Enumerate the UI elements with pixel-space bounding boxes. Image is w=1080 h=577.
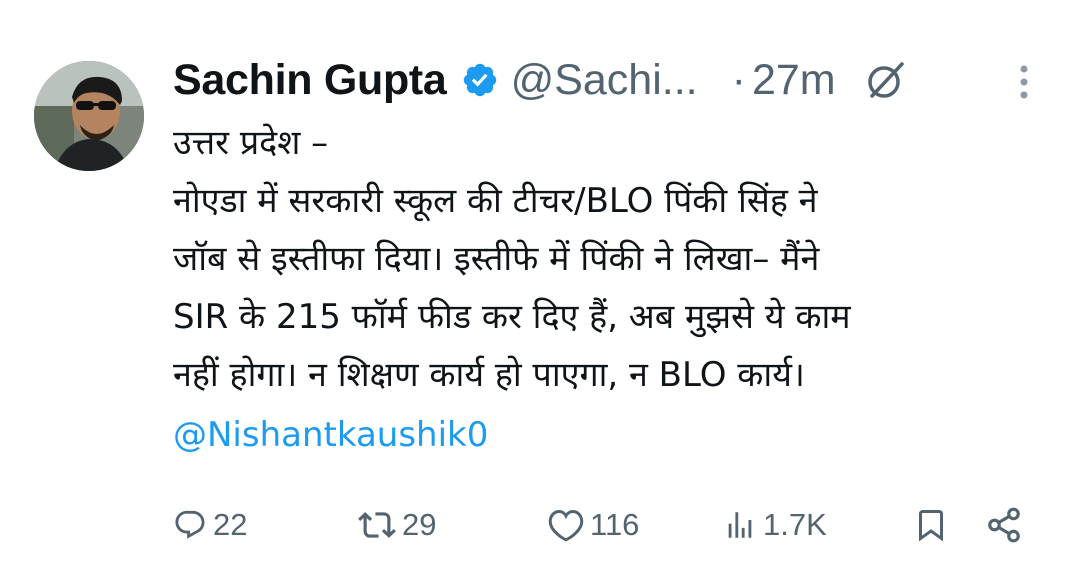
share-icon[interactable]: [985, 506, 1023, 544]
avatar[interactable]: [34, 61, 144, 171]
avatar-image: [34, 61, 144, 171]
mention-link[interactable]: @Nishantkaushik0: [173, 406, 1053, 464]
meta-separator: ·: [731, 55, 746, 104]
tweet-line: नोएडा में सरकारी स्कूल की टीचर/BLO पिंकी…: [173, 181, 818, 221]
tweet-line: उत्तर प्रदेश –: [173, 123, 329, 163]
tweet-text: उत्तर प्रदेश – नोएडा में सरकारी स्कूल की…: [173, 114, 1053, 464]
reply-icon: [175, 510, 205, 539]
tweet-line: नहीं होगा। न शिक्षण कार्य हो पाएगा, न BL…: [173, 355, 805, 395]
like-icon: [548, 509, 584, 542]
bookmark-icon[interactable]: [913, 506, 949, 544]
reply-button[interactable]: 22: [173, 500, 247, 550]
views-icon: [728, 512, 752, 538]
tweet-line: SIR के 215 फॉर्म फीड कर दिए हैं, अब मुझस…: [173, 297, 851, 337]
verified-badge-icon[interactable]: [461, 61, 499, 99]
tweet-header: Sachin Gupta @Sachi... · 27m: [173, 50, 1053, 110]
tweet-card[interactable]: Sachin Gupta @Sachi... · 27m उत्तर प्रदे…: [0, 0, 1080, 577]
timestamp[interactable]: 27m: [752, 56, 836, 105]
action-bar: 22 29 116 1.7K: [173, 500, 1053, 550]
author-name[interactable]: Sachin Gupta: [173, 56, 447, 105]
like-button[interactable]: 116: [548, 500, 639, 550]
views-count: 1.7K: [763, 507, 827, 542]
retweet-count: 29: [402, 507, 437, 542]
like-count: 116: [590, 507, 640, 542]
reply-count: 22: [213, 507, 248, 542]
more-options-icon[interactable]: [1014, 62, 1034, 102]
author-handle[interactable]: @Sachi...: [511, 56, 698, 105]
retweet-icon: [358, 512, 396, 538]
tweet-line: जॉब से इस्तीफा दिया। इस्तीफे में पिंकी न…: [173, 239, 820, 279]
grok-icon[interactable]: [864, 58, 908, 102]
retweet-button[interactable]: 29: [358, 500, 436, 550]
views-button[interactable]: 1.7K: [723, 500, 827, 550]
